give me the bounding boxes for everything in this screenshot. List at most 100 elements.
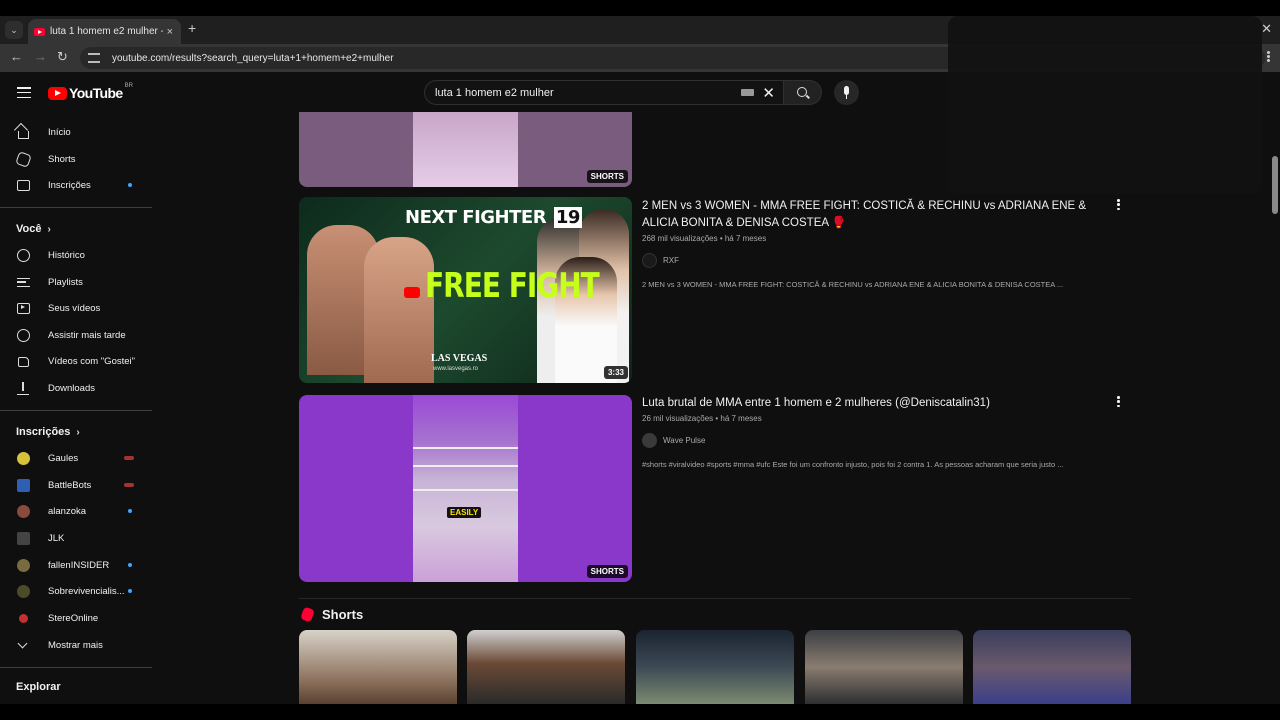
channel-avatar [642, 433, 657, 448]
duration-badge: 3:33 [603, 366, 628, 379]
menu-icon[interactable] [17, 87, 31, 98]
channel-name: Gaules [48, 452, 79, 464]
video-title[interactable]: Luta brutal de MMA entre 1 homem e 2 mul… [642, 395, 1092, 412]
forward-arrow-icon[interactable]: → [34, 49, 47, 64]
thumbnail-site: www.lasvegas.ro [433, 366, 479, 372]
channel-link[interactable]: Wave Pulse [642, 433, 705, 448]
sidebar-channel-gaules[interactable]: Gaules [0, 445, 152, 471]
short-thumbnail-partial[interactable]: SHORTS [299, 112, 632, 187]
search-button[interactable] [784, 80, 822, 105]
cage-rope [413, 465, 518, 467]
shorts-logo-icon [300, 606, 315, 623]
channel-link[interactable]: RXF [642, 253, 679, 268]
short-card[interactable] [467, 630, 625, 704]
section-title: Você [16, 223, 42, 235]
live-indicator-icon [124, 456, 134, 460]
short-card[interactable] [805, 630, 963, 704]
video-title[interactable]: 2 MEN vs 3 WOMEN - MMA FREE FIGHT: COSTI… [642, 198, 1092, 232]
channel-avatar [17, 478, 30, 492]
browser-menu-icon[interactable] [1267, 51, 1270, 63]
cage-rope [413, 447, 518, 449]
sidebar-item-playlists[interactable]: Playlists [0, 269, 152, 295]
reload-icon[interactable]: ↻ [57, 49, 68, 65]
tab-close-icon[interactable]: × [167, 26, 173, 38]
history-icon [17, 248, 30, 262]
voice-search-button[interactable] [834, 80, 859, 105]
video-thumbnail[interactable]: EASILY SHORTS [299, 395, 632, 582]
clear-search-icon[interactable]: ✕ [762, 84, 775, 102]
channel-name: RXF [663, 256, 679, 265]
sidebar-item-watch-later[interactable]: Assistir mais tarde [0, 322, 152, 348]
sidebar-item-label: Vídeos com "Gostei" [48, 355, 136, 367]
thumbnail-headline: FREE FIGHT [425, 265, 600, 306]
sidebar-explore-header: Explorar [16, 681, 61, 693]
sidebar-you-header[interactable]: Você › [16, 223, 51, 235]
sidebar-item-label: Downloads [48, 382, 95, 394]
screen-bottom-bar [0, 704, 1280, 720]
sidebar-subscriptions-header[interactable]: Inscrições › [16, 426, 80, 438]
short-card[interactable] [973, 630, 1131, 704]
more-actions-icon[interactable] [1117, 396, 1120, 407]
sidebar-channel-alanzoka[interactable]: alanzoka [0, 498, 152, 524]
sidebar-item-home[interactable]: Início [0, 119, 152, 145]
short-card[interactable] [299, 630, 457, 704]
sidebar-item-label: Início [48, 126, 71, 138]
window-close-button[interactable]: ✕ [1261, 21, 1272, 37]
channel-avatar [17, 451, 30, 465]
sidebar-channel-jlk[interactable]: JLK [0, 525, 152, 551]
channel-avatar [17, 584, 30, 598]
sidebar-channel-sobrevivencialismo[interactable]: Sobrevivencialis... [0, 578, 152, 604]
tab-search-button[interactable]: ⌄ [5, 21, 23, 39]
sidebar-item-history[interactable]: Histórico [0, 242, 152, 268]
site-info-icon[interactable] [88, 53, 100, 63]
channel-name: JLK [48, 532, 65, 544]
chevron-right-icon: › [47, 223, 51, 235]
back-arrow-icon[interactable]: ← [10, 49, 23, 64]
new-tab-button[interactable]: + [188, 20, 196, 36]
sidebar-item-downloads[interactable]: Downloads [0, 375, 152, 401]
keyboard-icon[interactable] [741, 89, 755, 96]
thumbnail-brand: NEXT FIGHTER 19 [405, 207, 582, 228]
shorts-badge: SHORTS [586, 170, 628, 183]
search-input[interactable]: luta 1 homem e2 mulher ✕ [424, 80, 784, 105]
sidebar-item-your-videos[interactable]: Seus vídeos [0, 295, 152, 321]
sidebar-item-liked-videos[interactable]: Vídeos com "Gostei" [0, 348, 152, 374]
sidebar-item-label: Inscrições [48, 179, 91, 191]
chevron-down-icon [17, 638, 30, 652]
sidebar-item-shorts[interactable]: Shorts [0, 146, 152, 172]
video-title-line: 2 MEN vs 3 WOMEN - MMA FREE FIGHT: COSTI… [642, 200, 1087, 212]
new-content-dot [128, 589, 132, 593]
channel-name: BattleBots [48, 479, 92, 491]
sidebar-item-label: Shorts [48, 153, 76, 165]
video-title-line: ALICIA BONITA & DENISA COSTEA 🥊 [642, 217, 846, 229]
sidebar-show-more[interactable]: Mostrar mais [0, 632, 152, 658]
scrollbar-thumb[interactable] [1272, 156, 1278, 214]
short-card[interactable] [636, 630, 794, 704]
screen-top-bar [0, 0, 1280, 16]
youtube-logo[interactable]: YouTube BR [48, 83, 133, 101]
thumbnail-caption: EASILY [447, 507, 482, 518]
more-actions-icon[interactable] [1117, 199, 1120, 210]
playlists-icon [17, 276, 30, 289]
tab-title: luta 1 homem e2 mulher - YouTube [50, 26, 163, 37]
sidebar-divider [0, 207, 152, 208]
download-icon [17, 381, 30, 395]
sidebar-channel-falleninsider[interactable]: fallenINSIDER [0, 552, 152, 578]
chevron-down-icon: ⌄ [10, 24, 18, 35]
browser-tab-active[interactable]: luta 1 homem e2 mulher - YouTube × [28, 19, 181, 44]
section-title: Inscrições [16, 426, 71, 438]
channel-name: StereOnline [48, 612, 99, 624]
sidebar-channel-stereonline[interactable]: StereOnline [0, 605, 152, 631]
video-thumbnail[interactable]: NEXT FIGHTER 19 FREE FIGHT LAS VEGAS www… [299, 197, 632, 383]
sidebar-item-subscriptions[interactable]: Inscrições [0, 172, 152, 198]
thumbnail-venue: LAS VEGAS [431, 353, 488, 364]
sidebar-channel-battlebots[interactable]: BattleBots [0, 472, 152, 498]
live-indicator-icon [124, 483, 134, 487]
page-scrollbar[interactable] [1270, 112, 1280, 720]
cage-rope [413, 489, 518, 491]
sidebar: Início Shorts Inscrições Você › Histórico… [0, 112, 160, 720]
channel-avatar [642, 253, 657, 268]
sidebar-item-label: Histórico [48, 249, 85, 261]
search-icon [797, 87, 807, 97]
channel-avatar [17, 558, 30, 572]
